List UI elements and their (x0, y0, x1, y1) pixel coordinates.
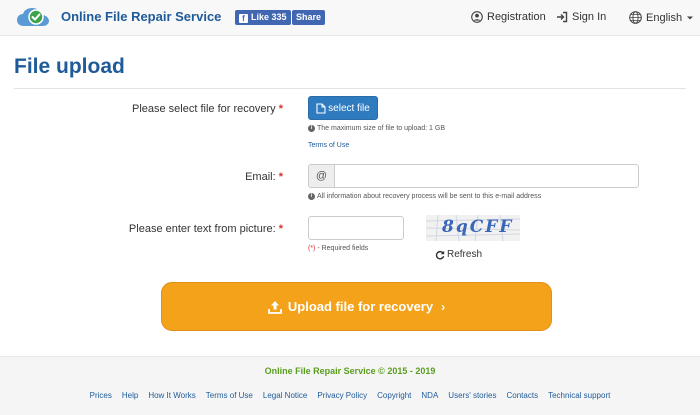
footer-links: Prices Help How It Works Terms of Use Le… (0, 391, 700, 400)
select-file-label: select file (328, 102, 370, 114)
sign-in-icon (557, 11, 568, 23)
footer-link-terms-of-use[interactable]: Terms of Use (206, 391, 253, 400)
file-label-text: Please select file for recovery (131, 103, 276, 115)
footer-link-technical-support[interactable]: Technical support (548, 391, 610, 400)
footer-link-privacy-policy[interactable]: Privacy Policy (317, 391, 367, 400)
email-at-addon: @ (308, 164, 334, 188)
footer-link-how-it-works[interactable]: How It Works (148, 391, 195, 400)
caret-down-icon (687, 16, 694, 19)
upload-icon (267, 300, 282, 314)
file-field-label: Please select file for recovery * (132, 103, 283, 115)
sign-in-link[interactable]: Sign In (556, 11, 606, 23)
footer-link-contacts[interactable]: Contacts (507, 391, 539, 400)
email-input[interactable] (334, 164, 639, 188)
info-icon: i (308, 193, 315, 200)
user-circle-icon (471, 11, 483, 23)
required-fields-note: (*) - Required fields (308, 245, 368, 252)
refresh-label: Refresh (447, 249, 483, 260)
required-marker: * (278, 171, 283, 183)
terms-of-use-link[interactable]: Terms of Use (308, 142, 349, 149)
email-hint: i All information about recovery process… (308, 193, 541, 200)
required-marker: * (278, 223, 283, 235)
footer-link-users-stories[interactable]: Users' stories (448, 391, 496, 400)
upload-label: Upload file for recovery (287, 299, 434, 314)
file-icon (316, 102, 326, 114)
required-marker: * (278, 103, 283, 115)
captcha-input[interactable] (308, 216, 404, 240)
facebook-like-button[interactable]: f Like 335 (235, 10, 291, 25)
footer-link-help[interactable]: Help (122, 391, 138, 400)
facebook-like-count: 335 (271, 12, 287, 22)
cloud-check-icon[interactable] (16, 6, 52, 28)
email-label-text: Email: (245, 171, 276, 183)
facebook-share-button[interactable]: Share (292, 10, 326, 25)
captcha-image: 8qCFF (426, 215, 520, 241)
select-file-button[interactable]: select file (308, 96, 378, 120)
title-divider (14, 88, 686, 89)
registration-link[interactable]: Registration (471, 11, 546, 23)
footer-link-prices[interactable]: Prices (90, 391, 112, 400)
top-header: Online File Repair Service f Like 335 Sha… (0, 0, 700, 36)
facebook-icon: f (239, 14, 248, 23)
language-selector[interactable]: English (629, 11, 694, 24)
chevron-right-icon: › (441, 299, 446, 314)
footer-link-nda[interactable]: NDA (421, 391, 438, 400)
captcha-text: 8qCFF (442, 217, 514, 237)
captcha-refresh-button[interactable]: Refresh (435, 249, 482, 260)
brand-name[interactable]: Online File Repair Service (61, 9, 221, 24)
sign-in-label: Sign In (572, 11, 607, 23)
required-fields-text: - Required fields (315, 245, 369, 252)
footer-link-legal-notice[interactable]: Legal Notice (263, 391, 307, 400)
file-size-hint: i The maximum size of file to upload: 1 … (308, 125, 445, 132)
globe-icon (629, 11, 642, 24)
refresh-icon (435, 250, 445, 260)
registration-label: Registration (487, 11, 546, 23)
copyright-text: Online File Repair Service © 2015 - 2019 (264, 366, 436, 376)
footer-link-copyright[interactable]: Copyright (377, 391, 411, 400)
file-size-hint-text: The maximum size of file to upload: 1 GB (317, 125, 445, 132)
footer: Online File Repair Service © 2015 - 2019… (0, 356, 700, 415)
page-title: File upload (14, 55, 125, 78)
upload-file-button[interactable]: Upload file for recovery › (161, 282, 552, 331)
email-hint-text: All information about recovery process w… (317, 193, 542, 200)
captcha-label-text: Please enter text from picture: (128, 223, 276, 235)
captcha-field-label: Please enter text from picture: * (129, 223, 283, 235)
language-label: English (646, 11, 683, 24)
email-field-label: Email: * (245, 171, 283, 183)
facebook-like-label: Like (251, 12, 270, 22)
info-icon: i (308, 125, 315, 132)
